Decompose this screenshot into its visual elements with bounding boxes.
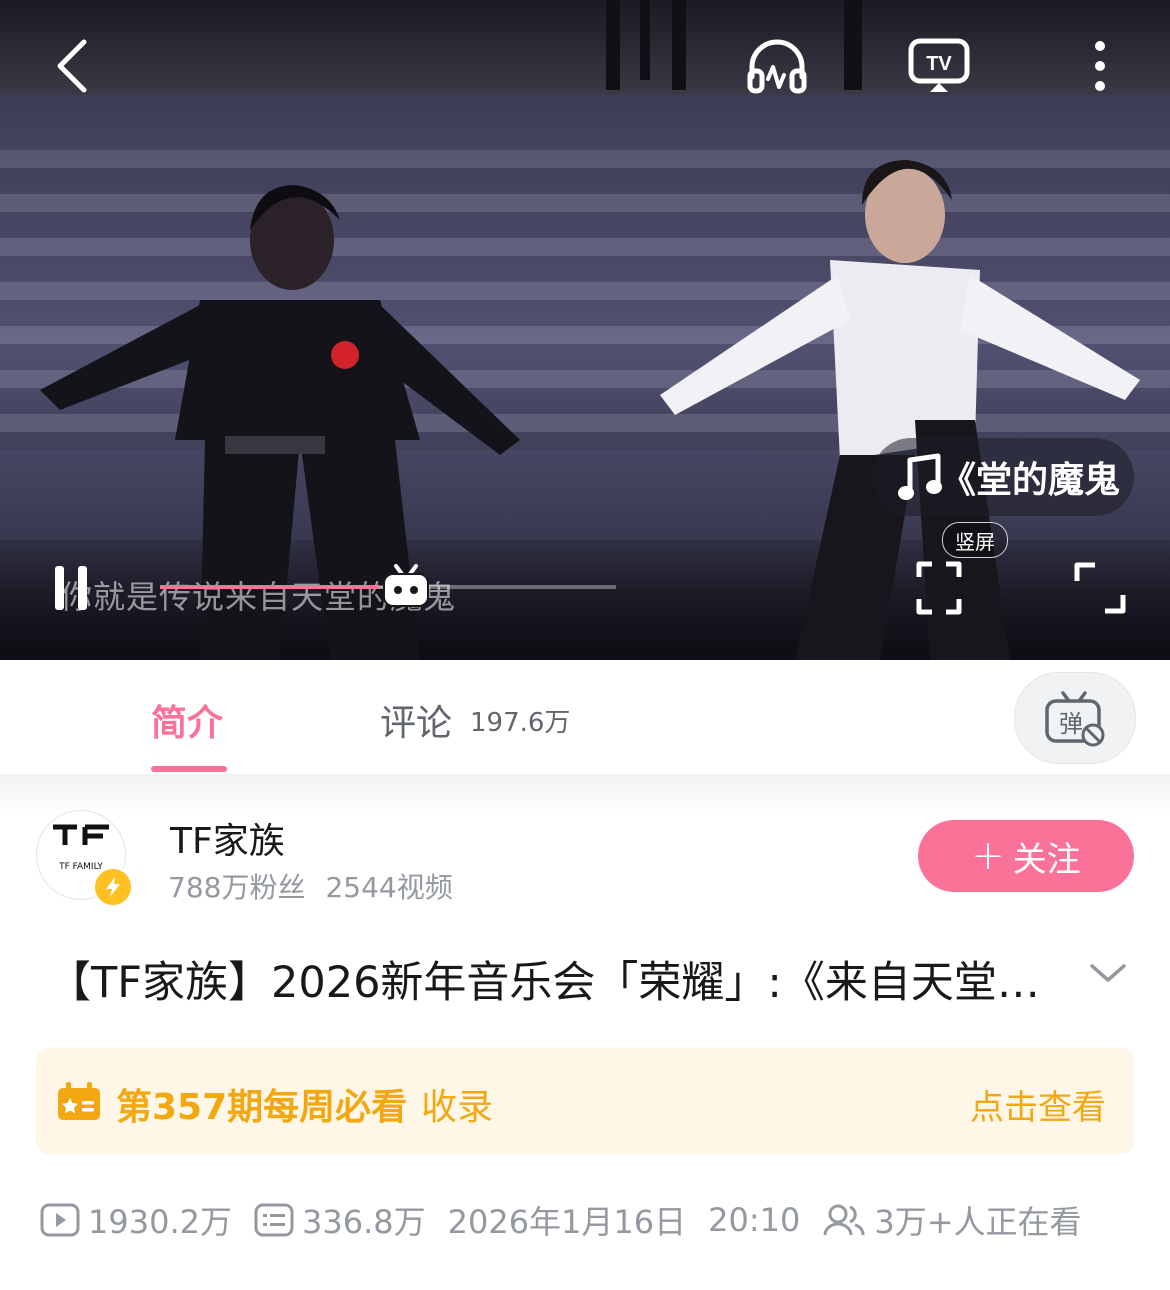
view-count: 1930.2万 — [40, 1197, 232, 1243]
publish-time: 20:10 — [708, 1201, 801, 1239]
back-button[interactable] — [40, 34, 104, 98]
vertical-screen-label: 竖屏 — [942, 522, 1008, 558]
svg-text:弹: 弹 — [1059, 710, 1083, 738]
danmaku-count: 336.8万 — [254, 1197, 426, 1243]
weekly-view-link[interactable]: 点击查看 — [970, 1080, 1106, 1129]
progress-bar-fill — [160, 585, 379, 589]
view-count-value: 1930.2万 — [88, 1203, 232, 1241]
listen-mode-button[interactable] — [744, 34, 810, 98]
tv-mascot-icon — [383, 564, 429, 607]
more-button[interactable] — [1080, 36, 1120, 96]
tv-cast-icon: TV — [908, 38, 970, 92]
weekly-must-watch-banner[interactable]: 第357期每周必看 收录 点击查看 — [36, 1048, 1134, 1154]
tab-comments-count: 197.6万 — [470, 708, 571, 738]
follow-label: 关注 — [1012, 839, 1081, 880]
video-stats: 1930.2万 336.8万 2026年1月16日 20:10 3万+人正在看 — [40, 1198, 1104, 1242]
lightning-icon — [106, 877, 120, 897]
chevron-down-icon — [1090, 964, 1126, 982]
performer-right — [660, 160, 1140, 660]
verified-badge — [92, 866, 134, 908]
detail-tabs: 简介 评论 197.6万 弹 — [0, 660, 1170, 774]
uploader-name[interactable]: TF家族 — [170, 812, 285, 864]
uploader-fans: 788万粉丝 — [168, 871, 306, 904]
uploader-videos: 2544视频 — [325, 871, 453, 904]
svg-text:TF FAMILY: TF FAMILY — [58, 862, 103, 872]
music-chip-title: 堂的魔鬼》 — [950, 460, 1120, 501]
fullscreen-button[interactable] — [1072, 560, 1128, 616]
video-player[interactable]: TV 堂的魔鬼》 竖屏 你就是传说来自天堂的魔鬼 — [0, 0, 1170, 660]
publish-date: 2026年1月16日 — [447, 1203, 687, 1241]
danmaku-count-value: 336.8万 — [301, 1203, 426, 1241]
performers-image — [40, 0, 1140, 660]
live-viewers: 3万+人正在看 — [822, 1197, 1082, 1243]
danmaku-toggle-button[interactable]: 弹 — [1014, 672, 1136, 764]
plus-icon: + — [971, 833, 1005, 879]
chevron-left-icon — [57, 39, 87, 93]
music-note-icon — [898, 453, 942, 500]
pause-button[interactable] — [46, 562, 96, 614]
vertical-screen-icon — [916, 561, 962, 615]
tab-intro[interactable]: 简介 — [151, 694, 223, 746]
danmaku-count-icon — [254, 1203, 294, 1237]
tab-active-indicator — [151, 766, 227, 772]
svg-text:TV: TV — [926, 53, 952, 75]
expand-title-button[interactable] — [1088, 960, 1128, 990]
follow-button[interactable]: + 关注 — [918, 820, 1134, 892]
video-title[interactable]: 【TF家族】2026新年音乐会「荣耀」:《来自天堂的魔鬼》 — [48, 948, 1068, 1010]
tab-divider — [0, 774, 1170, 814]
music-chip[interactable]: 堂的魔鬼》 — [872, 438, 1134, 516]
tab-comments[interactable]: 评论 — [380, 694, 452, 746]
pause-icon — [55, 566, 87, 610]
play-count-icon — [40, 1203, 80, 1237]
stage-pillars — [606, 0, 862, 90]
people-icon — [823, 1204, 865, 1236]
weekly-text: 第357期每周必看 收录 — [116, 1078, 493, 1130]
weekly-tag: 收录 — [421, 1087, 494, 1128]
weekly-issue: 第357期每周必看 — [116, 1087, 408, 1128]
more-vertical-icon — [1095, 41, 1105, 91]
live-viewers-value: 3万+人正在看 — [874, 1203, 1082, 1241]
vertical-fullscreen-button[interactable] — [914, 560, 964, 616]
fullscreen-icon — [1074, 562, 1126, 614]
headphones-icon — [747, 39, 807, 94]
cast-tv-button[interactable]: TV — [906, 36, 972, 96]
danmaku-off-icon: 弹 — [1045, 691, 1105, 747]
progress-knob[interactable] — [380, 562, 432, 614]
uploader-stats: 788万粉丝 2544视频 — [168, 866, 453, 906]
calendar-star-icon — [58, 1082, 100, 1120]
